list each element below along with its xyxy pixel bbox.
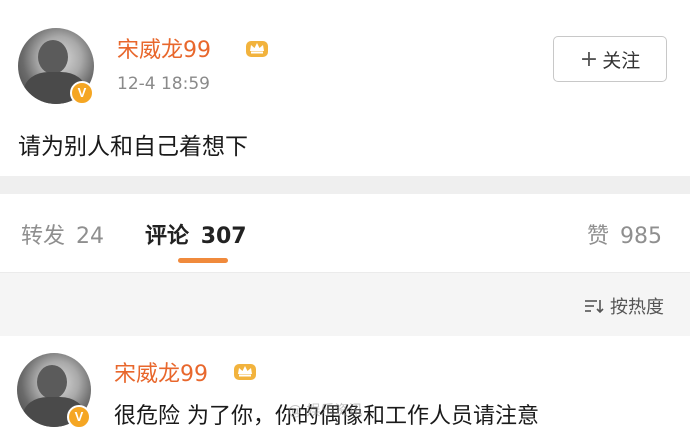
sort-label: 按热度 — [610, 297, 664, 318]
like-count: 985 — [620, 224, 662, 249]
username[interactable]: 宋威龙99 — [117, 32, 211, 64]
post-timestamp: 12-4 18:59 — [117, 74, 210, 94]
follow-button[interactable]: + 关注 — [553, 36, 667, 82]
sort-icon — [585, 300, 604, 314]
crown-icon — [234, 364, 256, 380]
sort-by-heat-button[interactable]: 按热度 — [584, 293, 664, 319]
plus-icon: + — [579, 46, 599, 72]
interaction-tabs: 转发 24 评论 307 赞 985 — [0, 194, 690, 272]
tab-repost[interactable]: 转发 24 — [21, 218, 104, 250]
post-card: V 宋威龙99 12-4 18:59 + 关注 请为别人和自己着想下 — [0, 0, 690, 176]
comment-item: V 宋威龙99 很危险 为了你，你的偶像和工作人员请注意 @ 娱乐资讯 — [0, 336, 690, 439]
comment-verified-badge: V — [67, 405, 91, 429]
repost-label: 转发 — [21, 224, 66, 249]
follow-label: 关注 — [602, 49, 641, 72]
tab-like[interactable]: 赞 985 — [587, 218, 662, 250]
active-tab-indicator — [178, 258, 228, 263]
tab-comment[interactable]: 评论 307 — [145, 218, 247, 250]
repost-count: 24 — [76, 224, 105, 249]
like-label: 赞 — [586, 224, 609, 249]
verified-badge: V — [70, 81, 94, 105]
comment-username[interactable]: 宋威龙99 — [114, 356, 208, 388]
comment-count: 307 — [200, 224, 247, 249]
divider — [0, 176, 690, 194]
post-text: 请为别人和自己着想下 — [18, 134, 248, 160]
watermark: @ 娱乐资讯 — [288, 403, 363, 419]
sort-bar: 按热度 — [0, 272, 690, 336]
comment-label: 评论 — [145, 224, 190, 249]
crown-icon — [246, 41, 268, 57]
